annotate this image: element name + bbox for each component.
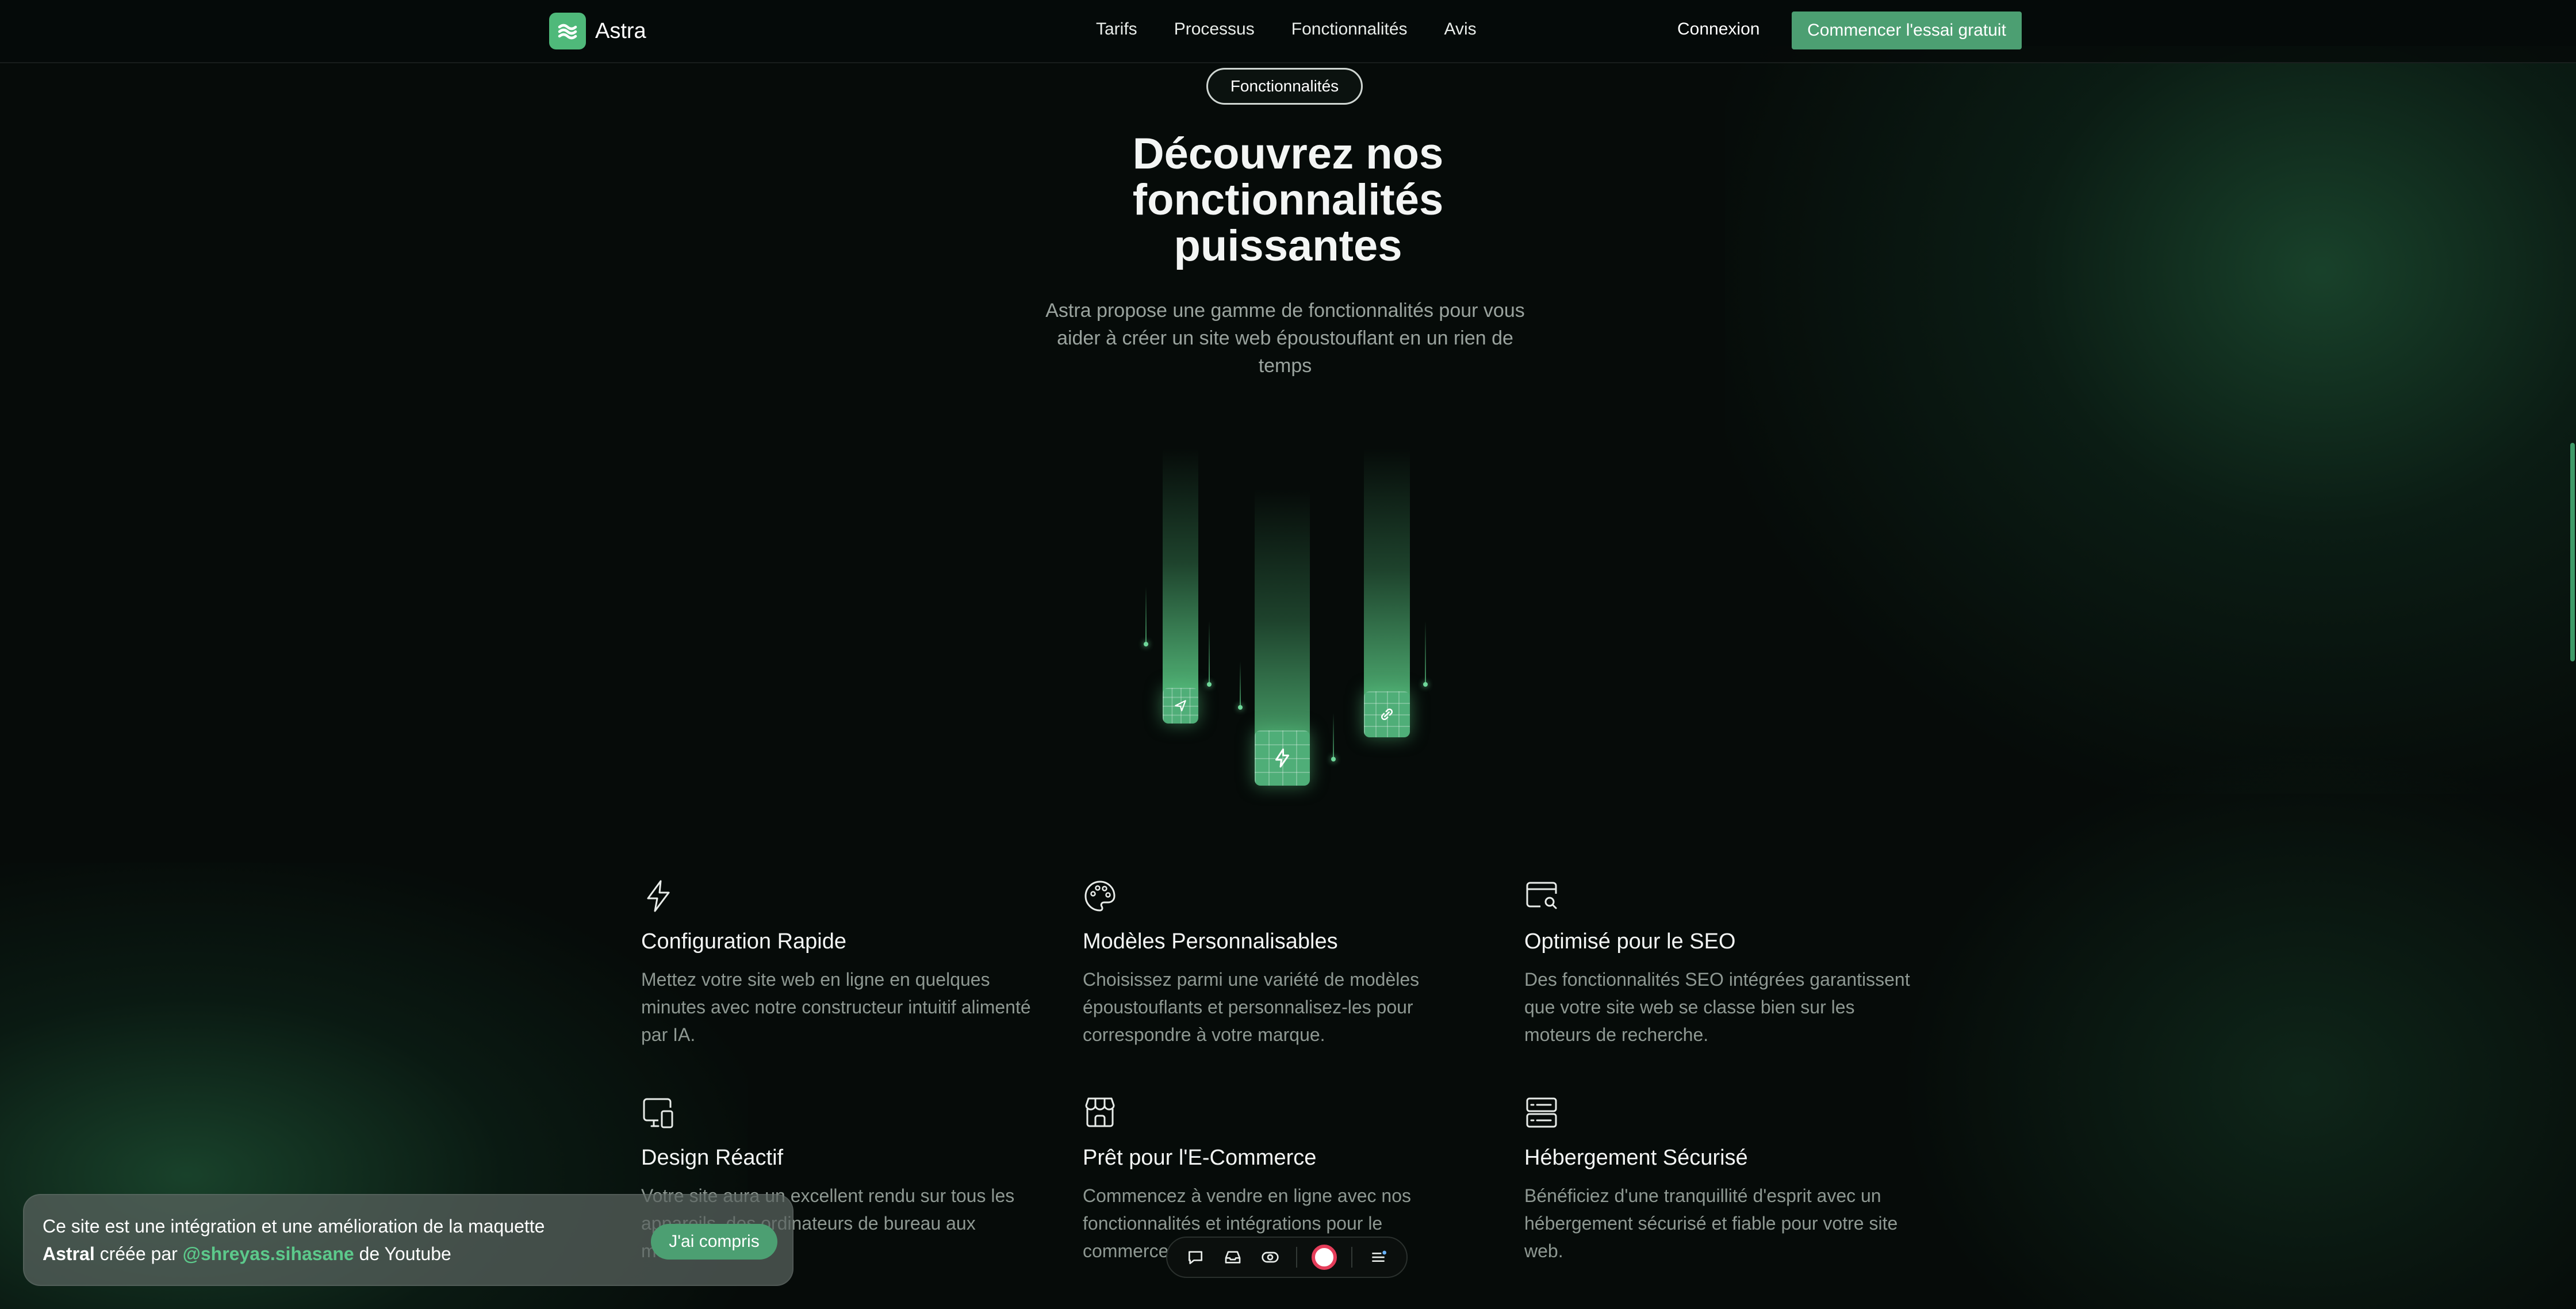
features-illustration — [1127, 426, 1449, 794]
feature-card-hosting: Hébergement Sécurisé Bénéficiez d'une tr… — [1524, 1095, 1915, 1265]
feature-card-templates: Modèles Personnalisables Choisissez parm… — [1083, 879, 1474, 1048]
record-icon[interactable] — [1312, 1245, 1337, 1270]
tile-send-icon — [1163, 688, 1198, 724]
devices-icon — [643, 1098, 673, 1128]
cookie-banner: Ce site est une intégration et une améli… — [23, 1194, 793, 1286]
background-glow-bottom-right — [1897, 748, 2576, 1309]
light-beam — [1364, 449, 1410, 719]
cookie-brand: Astral — [43, 1243, 95, 1264]
top-navbar: Astra Tarifs Processus Fonctionnalités A… — [0, 0, 2576, 63]
nav-link-tarifs[interactable]: Tarifs — [1096, 20, 1137, 39]
feature-title: Prêt pour l'E-Commerce — [1083, 1146, 1317, 1170]
feature-description: Mettez votre site web en ligne en quelqu… — [641, 969, 1031, 1045]
brand-name: Astra — [595, 18, 646, 43]
background-glow-right — [1725, 46, 2576, 794]
section-badge: Fonctionnalités — [1206, 68, 1363, 105]
light-beam — [1163, 449, 1198, 702]
start-trial-button[interactable]: Commencer l'essai gratuit — [1792, 12, 2022, 49]
cookie-line-1: Ce site est une intégration et une améli… — [43, 1216, 545, 1237]
cookie-end: de Youtube — [354, 1243, 451, 1264]
feature-title: Configuration Rapide — [641, 929, 847, 954]
feature-description: Choisissez parmi une variété de modèles … — [1083, 969, 1420, 1045]
feature-description: Des fonctionnalités SEO intégrées garant… — [1524, 969, 1910, 1045]
feature-title: Design Réactif — [641, 1146, 784, 1170]
brand-logo-icon — [549, 13, 586, 49]
spark — [1423, 621, 1428, 687]
feature-card-seo: Optimisé pour le SEO Des fonctionnalités… — [1524, 879, 1915, 1048]
cookie-mid: créée par — [94, 1243, 183, 1264]
login-link[interactable]: Connexion — [1677, 20, 1759, 39]
feature-title: Hébergement Sécurisé — [1524, 1146, 1748, 1170]
page-scrollbar[interactable] — [2570, 443, 2575, 661]
cookie-accept-button[interactable]: J'ai compris — [651, 1224, 777, 1260]
floating-toolbar — [1166, 1237, 1408, 1278]
feature-description: Bénéficiez d'une tranquillité d'esprit a… — [1524, 1185, 1898, 1261]
nav-link-avis[interactable]: Avis — [1444, 20, 1477, 39]
section-subtitle: Astra propose une gamme de fonctionnalit… — [1045, 300, 1525, 377]
bolt-icon — [647, 880, 670, 912]
brand[interactable]: Astra — [549, 13, 646, 49]
cookie-message: Ce site est une intégration et une améli… — [43, 1212, 618, 1268]
spark — [1331, 713, 1336, 761]
spark — [1238, 661, 1243, 710]
feature-card-rapid-setup: Configuration Rapide Mettez votre site w… — [641, 879, 1032, 1048]
cookie-author-link[interactable]: @shreyas.sihasane — [183, 1243, 354, 1264]
nav-links: Tarifs Processus Fonctionnalités Avis — [1096, 20, 1477, 39]
server-icon — [1526, 1097, 1557, 1128]
nav-link-fonctionnalites[interactable]: Fonctionnalités — [1291, 20, 1408, 39]
store-icon — [1085, 1097, 1115, 1127]
toolbar-divider — [1351, 1247, 1353, 1268]
spark — [1207, 621, 1212, 687]
feature-title: Modèles Personnalisables — [1083, 929, 1338, 954]
inbox-icon[interactable] — [1221, 1246, 1244, 1269]
spark — [1144, 587, 1148, 646]
eye-icon[interactable] — [1259, 1246, 1282, 1269]
menu-icon[interactable] — [1367, 1246, 1390, 1269]
tile-link-icon — [1364, 691, 1410, 737]
section-title: Découvrez nos fonctionnalités puissantes — [1132, 129, 1444, 270]
nav-link-processus[interactable]: Processus — [1174, 20, 1255, 39]
comment-icon[interactable] — [1184, 1246, 1207, 1269]
feature-title: Optimisé pour le SEO — [1524, 929, 1736, 954]
toolbar-divider — [1295, 1247, 1297, 1268]
search-browser-icon — [1526, 882, 1557, 909]
tile-bolt-icon — [1255, 730, 1310, 786]
palette-icon — [1084, 881, 1116, 912]
